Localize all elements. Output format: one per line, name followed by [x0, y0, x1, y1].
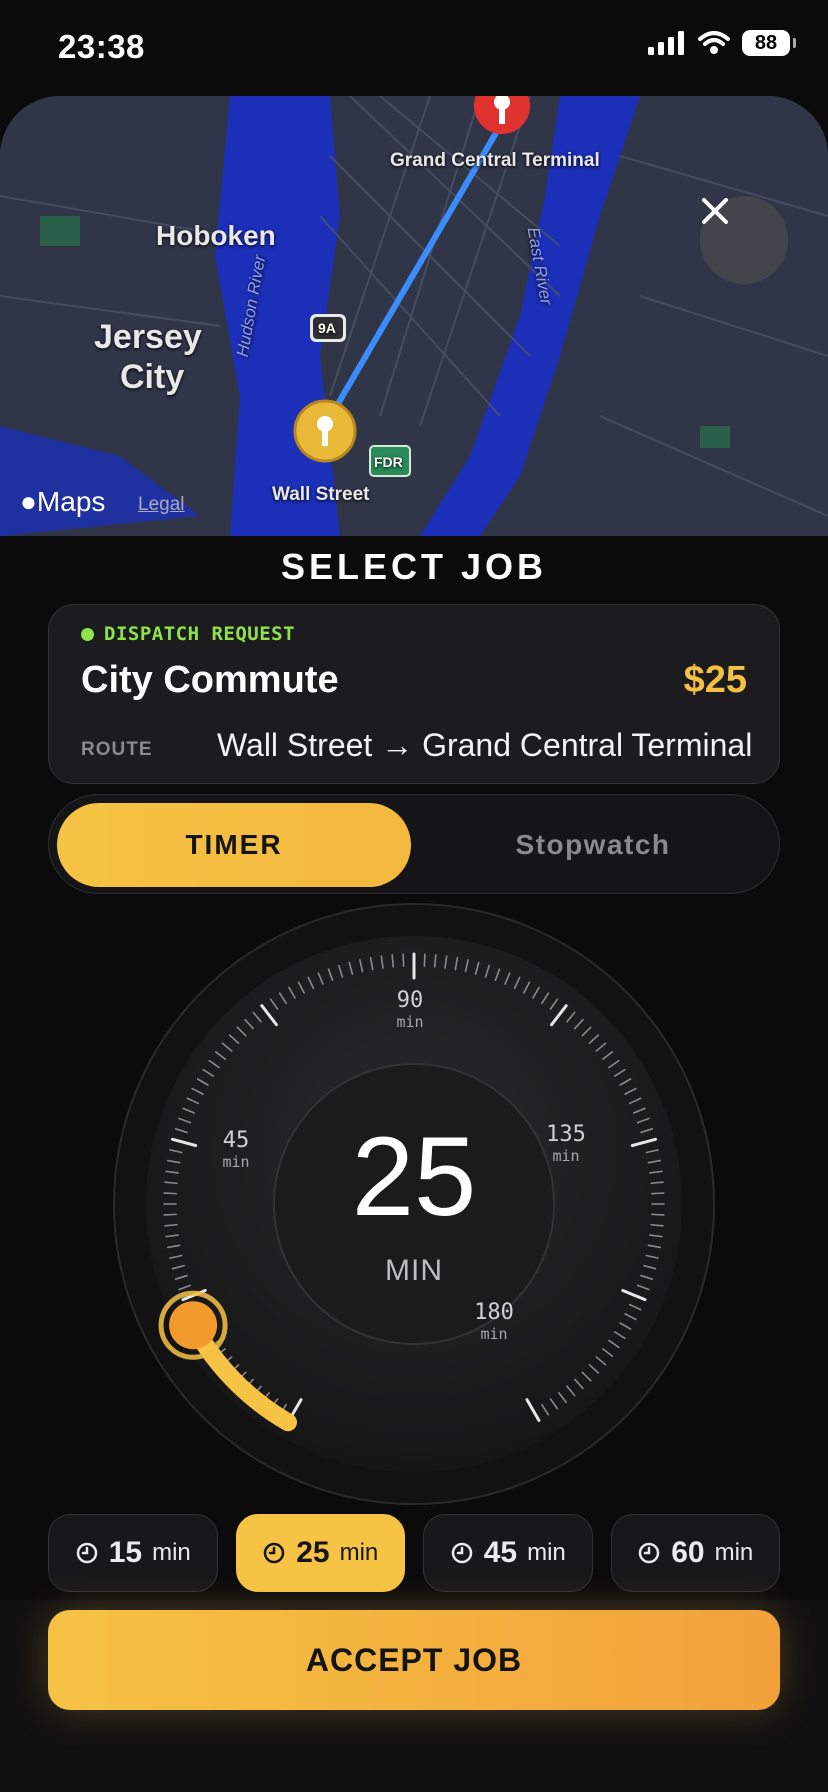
- job-price: $25: [683, 659, 747, 701]
- map-label-hoboken: Hoboken: [156, 220, 276, 251]
- timer-value: 25: [351, 1114, 477, 1239]
- clock-icon: [76, 1542, 97, 1564]
- close-map-button[interactable]: [700, 196, 788, 284]
- status-time: 23:38: [58, 28, 145, 65]
- route-label: ROUTE: [81, 739, 153, 760]
- dispatch-badge: DISPATCH REQUEST: [81, 623, 295, 645]
- timer-unit: MIN: [385, 1254, 443, 1287]
- map-view[interactable]: Grand Central Terminal Hoboken Jersey Ci…: [0, 96, 828, 536]
- battery-indicator: 88: [742, 30, 796, 56]
- preset-25-button[interactable]: 25 min: [235, 1514, 405, 1592]
- clock-icon: [638, 1542, 660, 1564]
- wifi-icon: [698, 31, 730, 54]
- map-label-grand-central: Grand Central Terminal: [390, 150, 600, 171]
- dial-mark-180: 180 min: [454, 1300, 534, 1343]
- preset-45-button[interactable]: 45 min: [423, 1514, 593, 1592]
- dial-knob[interactable]: [158, 1290, 228, 1360]
- accept-job-button[interactable]: ACCEPT JOB: [48, 1610, 780, 1710]
- preset-value: 45: [483, 1536, 518, 1569]
- preset-unit: min: [152, 1539, 191, 1566]
- preset-unit: min: [714, 1539, 754, 1566]
- fdr-label: FDR: [374, 454, 403, 470]
- map-label-wall-street: Wall Street: [272, 484, 370, 505]
- dial-mark-unit: min: [396, 1013, 424, 1031]
- map-label-city: City: [120, 358, 185, 396]
- dispatch-badge-label: DISPATCH REQUEST: [104, 623, 296, 645]
- clock-icon: [263, 1542, 285, 1564]
- clock-icon: [451, 1542, 472, 1564]
- dial-mark-unit: min: [480, 1325, 508, 1343]
- job-title: City Commute: [81, 659, 339, 701]
- dial-mark-90: 90 min: [370, 988, 450, 1031]
- origin-pin-icon[interactable]: [293, 399, 357, 463]
- close-icon: [702, 198, 728, 224]
- map-label-jersey: Jersey: [94, 318, 202, 356]
- dial-tick: [391, 954, 395, 968]
- preset-row: 15 min 25 min 45 min 60 min: [48, 1514, 780, 1592]
- preset-unit: min: [527, 1539, 566, 1566]
- preset-15-button[interactable]: 15 min: [48, 1514, 218, 1592]
- dial-tick: [423, 953, 426, 968]
- dial-tick: [402, 953, 405, 968]
- tab-stopwatch[interactable]: Stopwatch: [413, 803, 773, 887]
- route-9a-label: 9A: [318, 320, 336, 336]
- signal-icon: [648, 31, 684, 55]
- route-text: Wall Street → Grand Central Terminal: [217, 727, 753, 763]
- preset-value: 60: [671, 1536, 705, 1569]
- map-legal-link[interactable]: Legal: [138, 494, 185, 516]
- dial-mark-value: 90: [396, 988, 424, 1013]
- mode-toggle: TIMER Stopwatch: [48, 794, 780, 894]
- status-dot-icon: [81, 627, 94, 641]
- job-card[interactable]: DISPATCH REQUEST City Commute $25 ROUTE …: [48, 604, 780, 784]
- maps-wordmark: Maps: [36, 486, 106, 517]
- timer-dial[interactable]: 45 min 90 min 135 min 180 min 25 MIN: [112, 902, 716, 1506]
- dial-tick: [433, 954, 437, 968]
- apple-icon: ●: [20, 486, 37, 517]
- status-icons: 88: [648, 30, 796, 56]
- dial-mark-value: 180: [474, 1300, 514, 1325]
- preset-value: 15: [108, 1536, 143, 1569]
- page-title: SELECT JOB: [280, 546, 548, 587]
- preset-60-button[interactable]: 60 min: [610, 1514, 780, 1592]
- apple-maps-logo: ●Maps: [20, 486, 105, 518]
- tab-timer[interactable]: TIMER: [57, 803, 411, 887]
- preset-value: 25: [296, 1536, 330, 1569]
- preset-unit: min: [339, 1539, 379, 1566]
- status-bar: 23:38 88: [0, 0, 828, 96]
